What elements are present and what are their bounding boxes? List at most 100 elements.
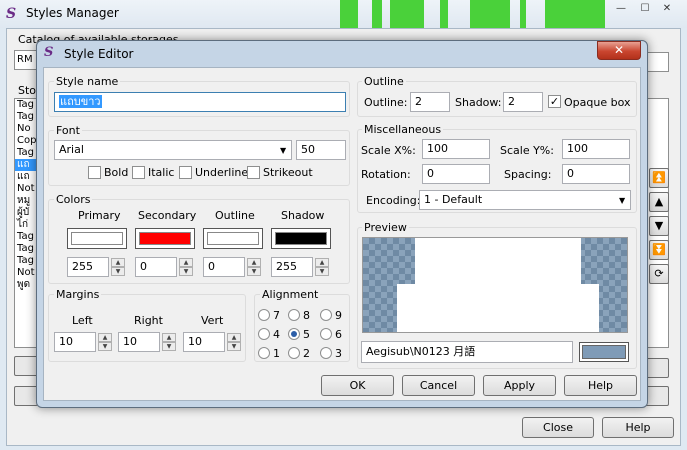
align-8-radio[interactable] [288, 309, 300, 321]
margin-left-input[interactable]: 10 [54, 332, 96, 352]
scale-x-input[interactable]: 100 [422, 139, 490, 159]
underline-checkbox[interactable] [179, 166, 192, 179]
align-3-radio[interactable] [320, 347, 332, 359]
move-to-top-icon[interactable]: ⏫ [649, 168, 669, 188]
font-label: Font [54, 124, 82, 137]
align-2-radio[interactable] [288, 347, 300, 359]
move-down-icon[interactable]: ▼ [649, 216, 669, 236]
close-button[interactable]: Close [522, 417, 594, 438]
align-4-label: 4 [273, 328, 280, 341]
font-family-value: Arial [59, 143, 84, 156]
alignment-label: Alignment [260, 288, 321, 301]
style-name-value: แถบขาว [59, 95, 102, 108]
encoding-value: 1 - Default [424, 193, 483, 206]
primary-color-button[interactable] [67, 228, 127, 249]
current-action-button[interactable] [645, 358, 669, 378]
move-up-icon[interactable]: ▲ [649, 192, 669, 212]
sort-icon[interactable]: ⟳ [649, 264, 669, 284]
opaque-box-checkbox[interactable]: ✓ [548, 95, 561, 108]
outline-color-swatch [207, 232, 259, 245]
spacing-input[interactable]: 0 [562, 164, 630, 184]
align-6-radio[interactable] [320, 328, 332, 340]
storage-action-button[interactable] [14, 356, 38, 376]
scale-y-input[interactable]: 100 [562, 139, 630, 159]
opaque-box-label: Opaque box [564, 96, 631, 109]
minimize-icon[interactable]: — [610, 0, 632, 18]
margins-label: Margins [54, 288, 102, 301]
italic-label: Italic [148, 166, 175, 179]
primary-alpha-input[interactable]: 255 [67, 257, 109, 277]
margin-right-label: Right [134, 314, 163, 327]
rotation-input[interactable]: 0 [422, 164, 490, 184]
dialog-close-icon[interactable]: ✕ [597, 41, 641, 60]
chevron-down-icon: ▼ [619, 196, 626, 205]
shadow-alpha-input[interactable]: 255 [271, 257, 313, 277]
help-button[interactable]: Help [602, 417, 674, 438]
close-icon[interactable]: ✕ [656, 0, 678, 18]
shadow-color-swatch [275, 232, 327, 245]
maximize-icon[interactable]: ☐ [634, 0, 656, 18]
shadow-color-button[interactable] [271, 228, 331, 249]
italic-checkbox[interactable] [132, 166, 145, 179]
scale-y-label: Scale Y%: [500, 144, 554, 157]
storage-label: Sto [18, 84, 37, 97]
margin-vert-input[interactable]: 10 [183, 332, 225, 352]
primary-color-swatch [71, 232, 123, 245]
align-6-label: 6 [335, 328, 342, 341]
outline-width-input[interactable]: 2 [410, 92, 450, 112]
preview-bg-swatch [582, 345, 626, 359]
underline-label: Underline [195, 166, 249, 179]
styles-manager-title: Styles Manager [26, 6, 119, 20]
bold-checkbox[interactable] [88, 166, 101, 179]
align-1-radio[interactable] [258, 347, 270, 359]
help-button[interactable]: Help [564, 375, 637, 396]
shadow-width-input[interactable]: 2 [503, 92, 543, 112]
margin-left-spinner[interactable]: ▲ ▼ [98, 333, 112, 351]
align-8-label: 8 [303, 309, 310, 322]
font-family-combo[interactable]: Arial [54, 140, 292, 160]
margin-vert-spinner[interactable]: ▲ ▼ [227, 333, 241, 351]
outline-section-label: Outline [362, 75, 406, 88]
primary-label: Primary [78, 209, 121, 222]
align-7-label: 7 [273, 309, 280, 322]
apply-button[interactable]: Apply [483, 375, 556, 396]
aegisub-app-icon: S [44, 45, 54, 60]
preview-text-input[interactable]: Aegisub\N0123 月語 [361, 341, 573, 363]
align-5-radio[interactable] [288, 328, 300, 340]
secondary-color-button[interactable] [135, 228, 195, 249]
align-9-label: 9 [335, 309, 342, 322]
margin-left-label: Left [72, 314, 93, 327]
preview-box-bottom [397, 284, 599, 332]
preview-box-top [415, 238, 581, 286]
secondary-alpha-input[interactable]: 0 [135, 257, 177, 277]
secondary-alpha-spinner[interactable]: ▲ ▼ [179, 258, 193, 276]
font-size-input[interactable]: 50 [296, 140, 346, 160]
move-to-bottom-icon[interactable]: ⏬ [649, 240, 669, 260]
align-7-radio[interactable] [258, 309, 270, 321]
preview-bg-color-button[interactable] [579, 342, 629, 362]
catalog-right-control[interactable] [645, 52, 669, 72]
style-name-input[interactable]: แถบขาว [54, 92, 346, 112]
shadow-alpha-spinner[interactable]: ▲ ▼ [315, 258, 329, 276]
preview-area [362, 237, 628, 333]
strikeout-checkbox[interactable] [247, 166, 260, 179]
encoding-combo[interactable]: 1 - Default [419, 190, 631, 210]
outline-color-label: Outline [215, 209, 255, 222]
outline-color-button[interactable] [203, 228, 263, 249]
outline-alpha-input[interactable]: 0 [203, 257, 245, 277]
rotation-label: Rotation: [361, 168, 411, 181]
margin-right-spinner[interactable]: ▲ ▼ [162, 333, 176, 351]
storage-action-button[interactable] [14, 386, 38, 406]
secondary-label: Secondary [138, 209, 197, 222]
colors-label: Colors [54, 193, 93, 206]
ok-button[interactable]: OK [321, 375, 394, 396]
outline-alpha-spinner[interactable]: ▲ ▼ [247, 258, 261, 276]
primary-alpha-spinner[interactable]: ▲ ▼ [111, 258, 125, 276]
style-name-label: Style name [54, 75, 121, 88]
align-4-radio[interactable] [258, 328, 270, 340]
cancel-button[interactable]: Cancel [402, 375, 475, 396]
align-9-radio[interactable] [320, 309, 332, 321]
current-action-button[interactable] [645, 386, 669, 406]
margin-right-input[interactable]: 10 [118, 332, 160, 352]
align-1-label: 1 [273, 347, 280, 360]
